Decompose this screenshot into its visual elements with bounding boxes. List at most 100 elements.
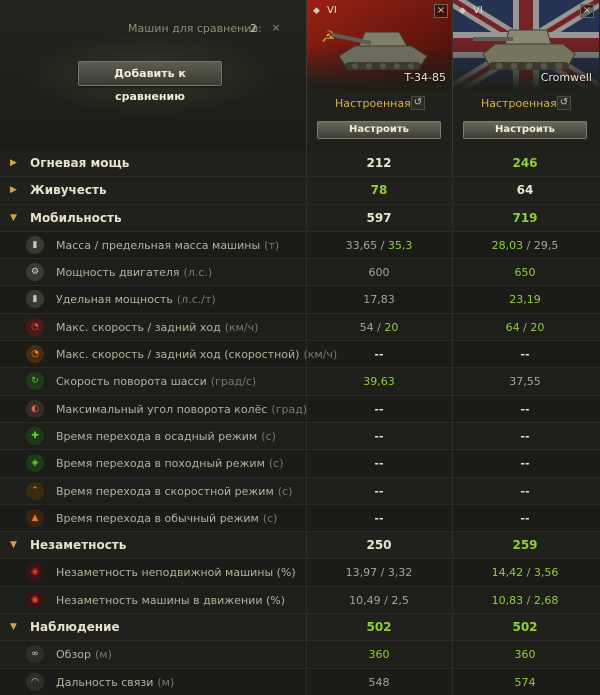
configure-button[interactable]: Настроить: [317, 121, 441, 139]
value-separator: /: [523, 238, 534, 252]
chevron-down-icon[interactable]: ▼: [10, 540, 17, 550]
vehicle-1-value: 54 / 20: [306, 321, 452, 334]
stat-unit: (км/ч): [224, 320, 259, 334]
stat-unit: (с): [261, 429, 276, 443]
value: --: [374, 348, 384, 362]
value: 600: [368, 266, 390, 280]
vehicle-name: T-34-85: [404, 71, 446, 84]
comparison-header: Машин для сравнения: 2 × Добавить к срав…: [0, 0, 600, 150]
value: 597: [366, 210, 392, 225]
stat-unit: (м): [95, 648, 112, 662]
value: 650: [514, 266, 536, 280]
vehicle-2-value: 64 / 20: [452, 321, 598, 334]
clear-comparison-close-icon[interactable]: ×: [268, 20, 284, 36]
vehicle-2-value: --: [452, 430, 598, 443]
value: 37,55: [509, 375, 541, 389]
stat-unit: (с): [262, 511, 278, 525]
stat-unit: (с): [277, 484, 293, 498]
stat-unit: (м): [157, 675, 175, 689]
vehicle-class-icon: ◆: [313, 6, 320, 16]
category-label: Мобильность: [30, 210, 122, 225]
vehicle-2-value: --: [452, 403, 598, 416]
stat-unit: (т): [264, 238, 280, 252]
category-row[interactable]: ▼ Мобильность 597 719: [0, 204, 600, 232]
stat-unit: (л.с./т): [176, 293, 216, 307]
value: --: [374, 429, 384, 443]
stat-unit: (град/с): [210, 375, 257, 389]
camo-moving-icon: ◉: [26, 590, 44, 609]
value-secondary: 35,3: [387, 238, 413, 252]
vehicle-1-value: 13,97 / 3,32: [306, 566, 452, 579]
stat-unit: (л.с.): [183, 266, 213, 280]
value: --: [520, 457, 530, 471]
vehicle-1-value: 39,63: [306, 375, 452, 388]
stat-row: ◐ Максимальный угол поворота колёс (град) -…: [0, 395, 600, 423]
stat-row: ✚ Время перехода в осадный режим (с) -- --: [0, 422, 600, 451]
stat-label-text: Время перехода в осадный режим: [56, 429, 258, 443]
vehicle-card-t34-85: ☭ ◆ VI × T-34-85 Настроенная ↺ Настроить: [306, 0, 453, 150]
add-to-comparison-button[interactable]: Добавить к сравнению: [78, 61, 222, 103]
speed-fast-icon: ◔: [26, 345, 44, 364]
engine-icon: ⚙: [26, 263, 44, 282]
value-primary: 28,03: [491, 238, 524, 252]
stat-row: ◔ Макс. скорость / задний ход (скоростной…: [0, 341, 600, 369]
vehicle-1-value: --: [306, 485, 452, 498]
stat-label: Время перехода в походный режим (с): [56, 457, 284, 470]
vehicle-1-value: --: [306, 403, 452, 416]
vehicle-1-value: --: [306, 512, 452, 525]
category-row[interactable]: ▶ Огневая мощь 212 246: [0, 150, 600, 178]
value-primary: 33,65: [345, 238, 378, 252]
value: --: [520, 348, 530, 362]
stat-label-text: Время перехода в скоростной режим: [56, 484, 274, 498]
stat-label-text: Удельная мощность: [56, 293, 173, 307]
chevron-down-icon[interactable]: ▼: [10, 213, 17, 223]
value: 78: [370, 183, 388, 198]
value-secondary: 29,5: [533, 238, 559, 252]
stat-row: ↻ Скорость поворота шасси (град/с) 39,63 37,…: [0, 368, 600, 396]
tank-image-t34-85: [331, 31, 428, 70]
category-row[interactable]: ▼ Незаметность 250 259: [0, 532, 600, 560]
reset-config-icon[interactable]: ↺: [557, 96, 571, 110]
stat-unit: (град): [271, 402, 308, 416]
stat-row: ◉ Незаметность неподвижной машины (%) 13,9…: [0, 559, 600, 587]
vehicle-1-value: 360: [306, 648, 452, 661]
category-row[interactable]: ▼ Наблюдение 502 502: [0, 614, 600, 642]
value-separator: /: [519, 320, 531, 334]
stat-label-text: Время перехода в походный режим: [56, 457, 265, 471]
stat-label: Время перехода в скоростной режим (с): [56, 485, 292, 498]
speed-icon: ◔: [26, 317, 44, 336]
vehicle-2-value: 37,55: [452, 375, 598, 388]
value: 360: [514, 648, 536, 662]
fast-mode-icon: ⌃: [26, 481, 44, 500]
configure-button[interactable]: Настроить: [463, 121, 587, 139]
value: --: [520, 484, 530, 498]
value: 64: [516, 183, 534, 198]
stat-label-text: Обзор: [56, 648, 92, 662]
specific-power-icon: ▮: [26, 290, 44, 309]
stat-label: Обзор (м): [56, 648, 112, 661]
chevron-right-icon[interactable]: ▶: [10, 185, 17, 195]
vehicle-1-value: 212: [306, 156, 452, 170]
vehicle-2-value: 14,42 / 3,56: [452, 566, 598, 579]
vehicle-name: Cromwell: [540, 71, 592, 84]
stat-row: ▲ Время перехода в обычный режим (с) -- --: [0, 504, 600, 533]
category-row[interactable]: ▶ Живучесть 78 64: [0, 177, 600, 205]
vehicle-1-value: 17,83: [306, 293, 452, 306]
vehicle-2-value: --: [452, 348, 598, 361]
stat-label: Скорость поворота шасси (град/с): [56, 375, 256, 388]
chevron-down-icon[interactable]: ▼: [10, 622, 17, 632]
stat-row: ◈ Время перехода в походный режим (с) -- --: [0, 450, 600, 478]
value-primary: 14,42: [491, 566, 524, 580]
radio-icon: ◠: [26, 672, 44, 691]
vehicle-2-value: 719: [452, 211, 598, 225]
value-separator: /: [380, 593, 392, 607]
reset-config-icon[interactable]: ↺: [411, 96, 425, 110]
category-label: Огневая мощь: [30, 156, 130, 170]
vehicle-1-value: --: [306, 348, 452, 361]
vehicle-1-value: 597: [306, 211, 452, 225]
chevron-right-icon[interactable]: ▶: [10, 158, 17, 168]
vehicle-1-value: 600: [306, 266, 452, 279]
compare-count: 2: [250, 22, 257, 35]
vehicle-2-value: 10,83 / 2,68: [452, 594, 598, 607]
value: 360: [368, 648, 390, 662]
